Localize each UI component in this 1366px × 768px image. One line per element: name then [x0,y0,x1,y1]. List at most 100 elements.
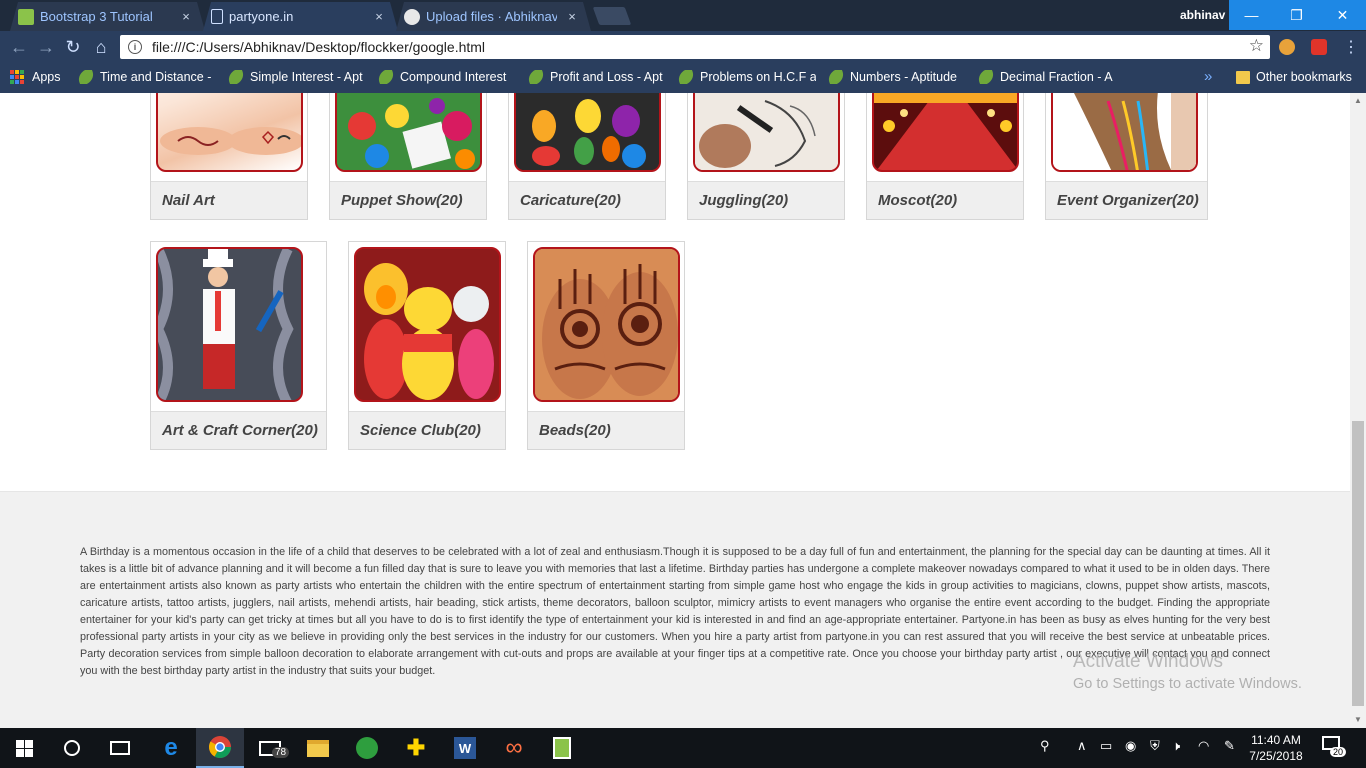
close-tab-icon[interactable]: × [370,9,388,24]
service-image [156,93,303,172]
close-window-button[interactable]: ✕ [1319,0,1366,30]
task-view-button[interactable] [96,728,144,768]
bookmark-hcf[interactable]: Problems on H.C.F an [678,70,816,84]
bookmark-compound-interest[interactable]: Compound Interest [378,70,514,84]
scrollbar-thumb[interactable] [1352,421,1364,706]
activate-windows-title: Activate Windows [1073,651,1223,672]
leaf-icon [228,70,246,84]
bookmark-decimal-fraction[interactable]: Decimal Fraction - A [978,70,1114,84]
bookmark-time-distance[interactable]: Time and Distance - [78,70,218,84]
service-image [354,247,501,402]
service-caption: Caricature(20) [509,181,665,219]
tab-bootstrap[interactable]: Bootstrap 3 Tutorial × [10,2,205,31]
start-button[interactable] [0,728,48,768]
juggler-performer-image [158,249,301,400]
service-card-juggling[interactable]: Juggling(20) [687,93,845,220]
service-card-puppet-show[interactable]: Puppet Show(20) [329,93,487,220]
profile-name[interactable]: abhinav [1180,8,1225,22]
wifi-icon[interactable]: ◠ [1198,738,1209,754]
extension-red-icon[interactable] [1311,39,1327,55]
minimize-button[interactable]: — [1229,0,1274,30]
task-view-icon [110,741,130,755]
browser-title-bar: Bootstrap 3 Tutorial × partyone.in × Upl… [0,0,1366,31]
taskbar-file-explorer[interactable] [294,728,342,768]
extension-icon[interactable] [1279,39,1295,55]
clock-date: 7/25/2018 [1249,749,1303,763]
app-tray-icon[interactable]: ◉ [1125,738,1136,754]
sketch-drawing-image [695,93,838,170]
service-image [1051,93,1198,172]
service-card-moscot[interactable]: Moscot(20) [866,93,1024,220]
bookmark-other[interactable]: Other bookmarks [1236,70,1352,84]
bookmarks-overflow-button[interactable]: » [1204,68,1212,85]
bookmark-label: Decimal Fraction - A [1000,70,1113,84]
taskbar-chrome[interactable] [196,728,244,768]
bookmark-profit-loss[interactable]: Profit and Loss - Apt [528,70,664,84]
leaf-icon [528,70,546,84]
shield-icon[interactable]: ⛨ [1150,738,1160,754]
github-icon [404,9,420,25]
plus-app-icon: ✚ [406,735,426,760]
new-tab-button[interactable] [592,7,632,25]
back-arrow-icon[interactable]: ← [8,36,30,58]
address-bar[interactable]: i file:///C:/Users/Abhiknav/Desktop/floc… [120,35,1270,59]
bookmark-label: Profit and Loss - Apt [550,70,663,84]
people-icon[interactable]: ⚲ [1040,738,1050,754]
taskbar-app-plus[interactable]: ✚ [392,728,440,768]
action-center-icon[interactable]: 20 [1322,736,1347,757]
service-card-caricature[interactable]: Caricature(20) [508,93,666,220]
bookmark-numbers[interactable]: Numbers - Aptitude [828,70,964,84]
reload-icon[interactable]: ↻ [62,36,84,58]
maximize-button[interactable]: ❐ [1274,0,1319,30]
service-card-beads[interactable]: Beads(20) [527,241,685,450]
forward-arrow-icon[interactable]: → [35,36,57,58]
windows-taskbar: e 78 ✚ W ∞ ⚲ ∧ ▭ ◉ ⛨ 🕨 ◠ ✎ 11:40 AM 7/25… [0,728,1366,768]
taskbar-clock[interactable]: 11:40 AM 7/25/2018 [1245,732,1307,764]
close-tab-icon[interactable]: × [177,9,195,24]
home-icon[interactable]: ⌂ [90,36,112,58]
service-card-art-craft-corner[interactable]: Art & Craft Corner(20) [150,241,327,450]
hands-heart-tattoo-image [160,127,301,155]
volume-muted-icon[interactable]: 🕨 [1172,738,1180,754]
bookmark-star-icon[interactable]: ☆ [1249,36,1264,56]
service-image [156,247,303,402]
scroll-down-arrow-icon[interactable]: ▼ [1353,715,1363,725]
bookmark-apps[interactable]: Apps [10,70,61,84]
bookmark-simple-interest[interactable]: Simple Interest - Apt [228,70,366,84]
info-icon[interactable]: i [128,40,142,54]
service-caption: Moscot(20) [867,181,1023,219]
windows-logo-icon [15,739,33,757]
menu-kebab-icon[interactable]: ⋮ [1340,36,1362,58]
chrome-icon [209,736,231,758]
activate-windows-subtitle: Go to Settings to activate Windows. [1073,676,1302,692]
henna-hands-image [535,249,678,400]
word-icon: W [454,737,476,759]
tab-github-upload[interactable]: Upload files · Abhiknav/p × [396,2,591,31]
service-caption: Science Club(20) [349,411,505,449]
cortana-circle-icon [64,740,80,756]
service-caption: Art & Craft Corner(20) [151,411,326,449]
edge-icon: e [164,734,178,761]
taskbar-mail[interactable]: 78 [246,728,294,768]
leaf-icon [378,70,396,84]
pen-icon[interactable]: ✎ [1224,738,1235,754]
scroll-up-arrow-icon[interactable]: ▲ [1353,96,1363,106]
taskbar-app-green[interactable] [343,728,391,768]
tab-partyone[interactable]: partyone.in × [203,2,398,31]
service-caption: Event Organizer(20) [1046,181,1207,219]
close-tab-icon[interactable]: × [563,9,581,24]
tray-expand-icon[interactable]: ∧ [1077,738,1087,754]
search-button[interactable] [48,728,96,768]
taskbar-word[interactable]: W [441,728,489,768]
service-card-event-organizer[interactable]: Event Organizer(20) [1045,93,1208,220]
service-card-nail-art[interactable]: Nail Art [150,93,308,220]
vertical-scrollbar[interactable]: ▲ ▼ [1350,93,1366,728]
leaf-icon [78,70,96,84]
taskbar-edge[interactable]: e [147,728,195,768]
service-card-science-club[interactable]: Science Club(20) [348,241,506,450]
battery-icon[interactable]: ▭ [1100,738,1112,754]
taskbar-app-infinity[interactable]: ∞ [490,728,538,768]
taskbar-notepad[interactable] [538,728,586,768]
about-section: A Birthday is a momentous occasion in th… [0,491,1350,728]
tab-title: Upload files · Abhiknav/p [426,9,557,24]
